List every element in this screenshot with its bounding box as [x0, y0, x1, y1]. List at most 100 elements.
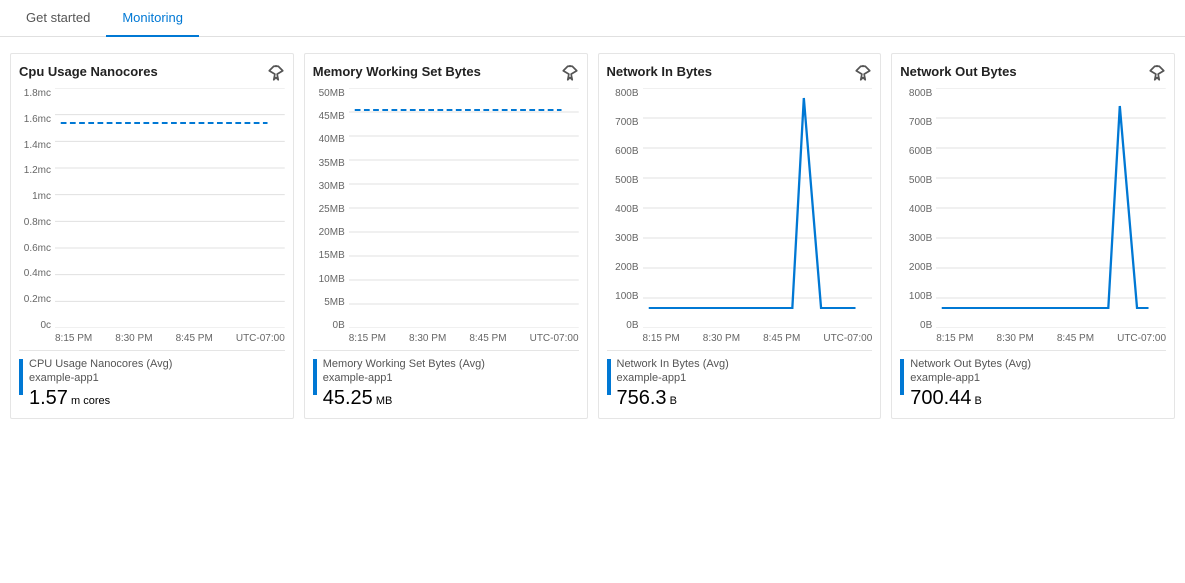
y-axis-label: 1.6mc: [24, 114, 51, 125]
chart-area-memory: 50MB45MB40MB35MB30MB25MB20MB15MB10MB5MB0…: [313, 88, 579, 331]
x-axis-network-in: 8:15 PM 8:30 PM 8:45 PM UTC-07:00: [607, 333, 873, 344]
x-axis-label: 8:30 PM: [409, 333, 446, 344]
chart-title-network-in: Network In Bytes: [607, 64, 849, 81]
x-axis-label: 8:45 PM: [1057, 333, 1094, 344]
y-axis-label: 1.4mc: [24, 140, 51, 151]
legend-label: Network In Bytes (Avg): [617, 357, 729, 371]
y-axis-label: 35MB: [319, 158, 345, 169]
chart-header-cpu: Cpu Usage Nanocores: [19, 64, 285, 82]
y-axis-label: 700B: [615, 117, 638, 128]
dashboard: Cpu Usage Nanocores 1.8mc1.6mc1.4mc1.2mc…: [0, 37, 1185, 435]
y-axis-label: 200B: [615, 262, 638, 273]
chart-title-memory: Memory Working Set Bytes: [313, 64, 555, 81]
y-axis-label: 0B: [920, 320, 932, 331]
y-axis-label: 25MB: [319, 204, 345, 215]
y-axis-label: 40MB: [319, 134, 345, 145]
tab-get-started[interactable]: Get started: [10, 0, 106, 37]
legend-value: 1.57 m cores: [29, 386, 172, 410]
legend-text: Memory Working Set Bytes (Avg)example-ap…: [323, 357, 485, 410]
x-axis-label: 8:45 PM: [469, 333, 506, 344]
y-axis-label: 600B: [909, 146, 932, 157]
x-axis-network-out: 8:15 PM8:30 PM8:45 PMUTC-07:00: [900, 333, 1166, 344]
legend-label: CPU Usage Nanocores (Avg): [29, 357, 172, 371]
legend-bar: [313, 359, 317, 395]
y-axis-label: 0B: [626, 320, 638, 331]
y-axis-network-out: 800B 700B 600B 500B 400B 300B 200B 100B 0B: [900, 88, 936, 331]
y-axis-label: 0.6mc: [24, 243, 51, 254]
chart-svg-memory: [349, 88, 579, 331]
x-axis-label: 8:15 PM: [55, 333, 92, 344]
legend-sublabel: example-app1: [29, 371, 172, 385]
legend-sublabel: example-app1: [617, 371, 729, 385]
tab-monitoring[interactable]: Monitoring: [106, 0, 199, 37]
legend-bar: [900, 359, 904, 395]
x-axis-label: 8:15 PM: [349, 333, 386, 344]
legend-label: Memory Working Set Bytes (Avg): [323, 357, 485, 371]
legend-bar: [607, 359, 611, 395]
chart-svg-network-in: [643, 88, 873, 331]
tabs-bar: Get started Monitoring: [0, 0, 1185, 37]
pin-icon-network-out[interactable]: [1148, 64, 1166, 82]
x-axis-label: UTC-07:00: [530, 333, 579, 344]
legend-value: 756.3 B: [617, 386, 729, 410]
y-axis-label: 500B: [615, 175, 638, 186]
y-axis-label: 5MB: [324, 297, 345, 308]
chart-title-cpu: Cpu Usage Nanocores: [19, 64, 261, 81]
y-axis-label: 400B: [909, 204, 932, 215]
y-axis-label: 800B: [909, 88, 932, 99]
x-axis-label: UTC-07:00: [1117, 333, 1166, 344]
x-axis-label: 8:45 PM: [763, 333, 800, 344]
y-axis-label: 800B: [615, 88, 638, 99]
legend-sublabel: example-app1: [323, 371, 485, 385]
y-axis-label: 1mc: [32, 191, 51, 202]
chart-area-network-out: 800B 700B 600B 500B 400B 300B 200B 100B 0B: [900, 88, 1166, 331]
y-axis-label: 1.8mc: [24, 88, 51, 99]
y-axis-label: 30MB: [319, 181, 345, 192]
y-axis-label: 100B: [909, 291, 932, 302]
chart-panel-network-in: Network In Bytes 800B700B600B500B400B300…: [598, 53, 882, 419]
chart-svg-cpu: [55, 88, 285, 331]
pin-icon-network-in[interactable]: [854, 64, 872, 82]
y-axis-label: 100B: [615, 291, 638, 302]
legend-text: Network In Bytes (Avg)example-app1756.3 …: [617, 357, 729, 410]
y-axis-label: 300B: [909, 233, 932, 244]
x-axis-label: UTC-07:00: [823, 333, 872, 344]
y-axis-label: 600B: [615, 146, 638, 157]
y-axis-label: 0B: [333, 320, 345, 331]
legend-label: Network Out Bytes (Avg): [910, 357, 1031, 371]
y-axis-label: 0.8mc: [24, 217, 51, 228]
legend-network-in: Network In Bytes (Avg)example-app1756.3 …: [607, 350, 873, 410]
legend-cpu: CPU Usage Nanocores (Avg)example-app11.5…: [19, 350, 285, 410]
x-axis-label: 8:30 PM: [997, 333, 1034, 344]
legend-text: Network Out Bytes (Avg)example-app1700.4…: [910, 357, 1031, 410]
y-axis-label: 0.2mc: [24, 294, 51, 305]
legend-value: 45.25 MB: [323, 386, 485, 410]
legend-text: CPU Usage Nanocores (Avg)example-app11.5…: [29, 357, 172, 410]
y-axis-label: 700B: [909, 117, 932, 128]
x-axis-label: 8:15 PM: [643, 333, 680, 344]
y-axis-label: 200B: [909, 262, 932, 273]
x-axis-label: 8:30 PM: [115, 333, 152, 344]
y-axis-label: 300B: [615, 233, 638, 244]
x-axis-label: 8:30 PM: [703, 333, 740, 344]
y-axis-label: 50MB: [319, 88, 345, 99]
x-axis-memory: 8:15 PM 8:30 PM 8:45 PM UTC-07:00: [313, 333, 579, 344]
pin-icon-memory[interactable]: [561, 64, 579, 82]
x-axis-cpu: 8:15 PM8:30 PM8:45 PMUTC-07:00: [19, 333, 285, 344]
chart-panel-cpu: Cpu Usage Nanocores 1.8mc1.6mc1.4mc1.2mc…: [10, 53, 294, 419]
chart-title-network-out: Network Out Bytes: [900, 64, 1142, 81]
legend-value: 700.44 B: [910, 386, 1031, 410]
chart-svg-network-out: [936, 88, 1166, 331]
chart-area-cpu: 1.8mc1.6mc1.4mc1.2mc1mc0.8mc0.6mc0.4mc0.…: [19, 88, 285, 331]
legend-network-out: Network Out Bytes (Avg)example-app1700.4…: [900, 350, 1166, 410]
chart-panel-memory: Memory Working Set Bytes 50MB45MB40MB35M…: [304, 53, 588, 419]
y-axis-label: 0.4mc: [24, 268, 51, 279]
y-axis-label: 20MB: [319, 227, 345, 238]
chart-header-memory: Memory Working Set Bytes: [313, 64, 579, 82]
x-axis-label: 8:45 PM: [176, 333, 213, 344]
y-axis-label: 500B: [909, 175, 932, 186]
y-axis-memory: 50MB45MB40MB35MB30MB25MB20MB15MB10MB5MB0…: [313, 88, 349, 331]
pin-icon-cpu[interactable]: [267, 64, 285, 82]
y-axis-label: 15MB: [319, 250, 345, 261]
chart-header-network-out: Network Out Bytes: [900, 64, 1166, 82]
